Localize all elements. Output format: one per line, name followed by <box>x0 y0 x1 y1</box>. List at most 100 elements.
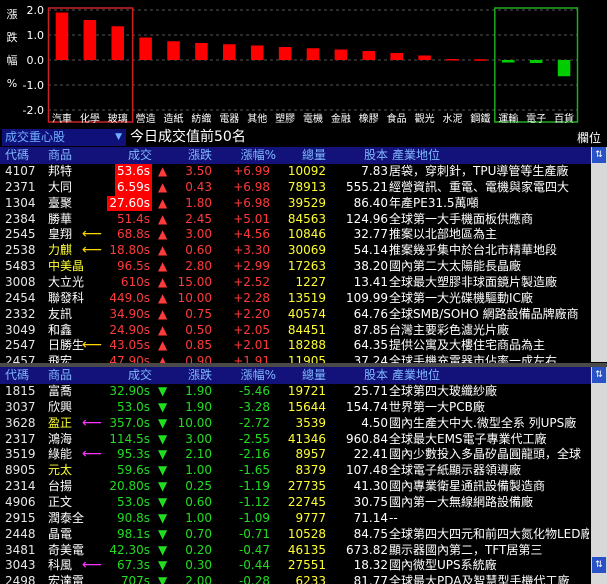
trade-price-value: 98.1s <box>117 526 150 541</box>
total-volume: 8957 <box>295 447 326 462</box>
price-change: 2.45 <box>185 211 212 226</box>
table-row[interactable]: 2332 友訊 34.90s ▲ 0.75 +2.20 40574 64.76 全球SMB/SO… <box>0 307 591 323</box>
table-row[interactable]: 1815 富喬 32.90s ▼ 1.90 -5.46 19721 25.71 全球第四大玻纖紗… <box>0 384 591 400</box>
table-row[interactable]: 1304 臺聚 27.60s ▲ 1.80 +6.98 39529 86.40 年產PE31.5… <box>0 195 591 212</box>
total-volume: 10846 <box>287 227 326 242</box>
share-capital: 124.96 <box>346 211 388 226</box>
bar-水泥 <box>446 59 459 61</box>
header-col-pct[interactable]: 漲幅% <box>218 147 276 164</box>
share-capital: 154.74 <box>346 399 388 414</box>
header-col-industry[interactable]: 產業地位 <box>392 367 492 384</box>
table-row[interactable]: 2454 聯發科 449.0s ▲ 10.00 +2.28 13519 109.99 全球第一大… <box>0 291 591 307</box>
trade-price-value: 96.5s <box>117 259 150 274</box>
table-row[interactable]: 3049 和鑫 24.90s ▲ 0.50 +2.05 84451 87.85 台灣主要彩色濾光… <box>0 323 591 339</box>
percent-change: +2.01 <box>233 338 270 353</box>
table-row[interactable]: 3037 欣興 53.0s ▼ 1.90 -3.28 15644 154.74 世界第一大PCB… <box>0 400 591 416</box>
table-row[interactable]: 2384 勝華 51.4s ▲ 2.45 +5.01 84563 124.96 全球第一大手機面… <box>0 212 591 228</box>
bottom-scrollbar[interactable]: ⇅ ⇅ <box>591 367 607 584</box>
price-change: 1.90 <box>185 384 212 398</box>
industry-position: 國內第一大無線網路設備廠 <box>389 494 534 509</box>
industry-position: 台灣主要彩色濾光片廠 <box>389 322 510 337</box>
header-col-change[interactable]: 漲跌 <box>160 367 212 384</box>
columns-button[interactable]: 欄位 <box>577 129 601 146</box>
dropdown-label: 成交重心股 <box>5 130 66 144</box>
price-change: 1.90 <box>185 399 212 414</box>
table-row[interactable]: 5483 中美晶 96.5s ▲ 2.80 +2.99 17263 38.20 國內第二大太陽能… <box>0 259 591 275</box>
header-col-change[interactable]: 漲跌 <box>160 147 212 164</box>
total-volume: 27551 <box>287 558 326 573</box>
trade-price-value: 24.90s <box>109 322 150 337</box>
table-row[interactable]: 3628 盈正 ⟵ 357.0s ▼ 10.00 -2.72 3539 4.50 國內生產大中大.… <box>0 415 591 432</box>
table-row[interactable]: 2915 潤泰全 90.8s ▼ 1.00 -1.09 9777 71.14 -- <box>0 511 591 527</box>
table-row[interactable]: 2448 晶電 98.1s ▼ 0.70 -0.71 10528 84.75 全球第四大四元和前… <box>0 527 591 543</box>
total-volume: 84563 <box>287 211 326 226</box>
percent-change: +6.98 <box>233 195 270 210</box>
x-tick-label: 水泥 <box>442 112 462 125</box>
table-row[interactable]: 2547 日勝生 ⟵ 43.05s ▲ 0.85 +2.01 18288 64.35 提供公寓及大… <box>0 338 591 354</box>
trade-price: 43.05s <box>100 338 152 354</box>
scroll-up-icon[interactable]: ⇅ <box>592 147 606 163</box>
stock-code: 2314 <box>5 479 36 494</box>
header-col-code[interactable]: 代碼 <box>5 147 45 164</box>
header-col-name[interactable]: 商品 <box>48 367 98 384</box>
percent-change: -2.16 <box>238 447 270 462</box>
table-row[interactable]: 2538 力麒 ⟵ 18.80s ▲ 0.60 +3.30 30069 54.14 推案幾乎集中於… <box>0 243 591 259</box>
total-volume: 84451 <box>287 322 326 337</box>
total-volume: 40574 <box>287 306 326 321</box>
trade-price-value: 20.80s <box>109 479 150 494</box>
table-row[interactable]: 2314 台揚 20.80s ▼ 0.25 -1.19 27735 41.30 國內專業衛星通訊… <box>0 479 591 495</box>
scroll-down-icon[interactable]: ⇅ <box>592 557 606 573</box>
total-volume: 78913 <box>287 179 326 194</box>
header-col-volume[interactable]: 總量 <box>274 367 326 384</box>
trade-price: 42.30s <box>100 543 152 559</box>
table-row[interactable]: 3519 綠能 ⟵ 95.3s ▼ 2.10 -2.16 8957 22.41 國內少數投入多晶矽… <box>0 447 591 463</box>
total-volume: 19721 <box>287 384 326 398</box>
table-row[interactable]: 3481 奇美電 42.30s ▼ 0.20 -0.47 46135 673.82 顯示器國內第… <box>0 543 591 559</box>
list-selector-dropdown[interactable]: 成交重心股 ▼ <box>2 129 126 146</box>
share-capital: 107.48 <box>346 463 388 478</box>
header-col-pct[interactable]: 漲幅% <box>218 367 276 384</box>
scroll-up-icon[interactable]: ⇅ <box>592 367 606 383</box>
y-tick-label: 1.0 <box>27 29 45 42</box>
percent-change: +2.20 <box>233 306 270 321</box>
trade-price-value: 67.3s <box>117 558 150 573</box>
x-tick-label: 電機 <box>303 112 323 125</box>
panel-header: 成交重心股 ▼ 今日成交值前50名 欄位 <box>0 127 607 147</box>
percent-change: +5.01 <box>233 211 270 226</box>
header-col-volume[interactable]: 總量 <box>274 147 326 164</box>
table-row[interactable]: 2371 大同 6.59s ▲ 0.43 +6.98 78913 555.21 經營資訊、重電、… <box>0 179 591 196</box>
price-change: 0.75 <box>185 306 212 321</box>
price-change: 0.85 <box>185 338 212 353</box>
trade-price: 449.0s <box>100 291 152 307</box>
table-row[interactable]: 3043 科風 ⟵ 67.3s ▼ 0.30 -0.44 27551 18.32 國內微型UPS系… <box>0 558 591 574</box>
header-col-name[interactable]: 商品 <box>48 147 98 164</box>
trade-price-value: 27.60s <box>107 195 152 212</box>
table-row[interactable]: 4107 邦特 53.6s ▲ 3.50 +6.99 10092 7.83 居袋，穿刺針，TPU… <box>0 164 591 180</box>
top-scrollbar[interactable]: ⇅ <box>591 147 607 362</box>
industry-position: 顯示器國內第二，TFT居第三 <box>389 542 543 557</box>
stock-name: 台揚 <box>48 479 73 494</box>
table-row[interactable]: 2545 皇翔 ⟵ 68.8s ▲ 3.00 +4.56 10846 32.77 推案以北部地區為… <box>0 227 591 243</box>
chart-xlabels: 汽車 化學 玻璃 營造 造紙 紡織 電器 其他 塑膠 電機 金融 橡膠 食品 觀光 水泥 鋼鐵 運輸 電子 百貨 <box>52 112 574 125</box>
header-col-capital[interactable]: 股本 <box>330 147 388 164</box>
table-row[interactable]: 2498 宏達電 707s ▼ 2.00 -0.28 6233 81.77 全球最大PDA及智慧… <box>0 574 591 584</box>
industry-position: 國內第二大太陽能長晶廠 <box>389 259 522 274</box>
table-row[interactable]: 4906 正文 53.0s ▼ 0.60 -1.12 22745 30.75 國內第一大無線網路… <box>0 495 591 511</box>
x-tick-label: 其他 <box>247 112 267 125</box>
table-row[interactable]: 3008 大立光 610s ▲ 15.00 +2.52 1227 13.41 全球最大塑膠非球面… <box>0 275 591 291</box>
table-row[interactable]: 2317 鴻海 114.5s ▼ 3.00 -2.55 41346 960.84 全球最大EMS… <box>0 432 591 448</box>
total-volume: 46135 <box>287 542 326 557</box>
header-col-price[interactable]: 成交 <box>100 367 152 384</box>
trade-price: 32.90s <box>100 384 152 400</box>
table-row[interactable]: 8905 元太 59.6s ▼ 1.00 -1.65 8379 107.48 全球電子紙顯示器領… <box>0 463 591 479</box>
header-col-code[interactable]: 代碼 <box>5 367 45 384</box>
header-col-capital[interactable]: 股本 <box>330 367 388 384</box>
header-col-price[interactable]: 成交 <box>100 147 152 164</box>
bar-玻璃 <box>111 26 125 60</box>
stock-code: 3043 <box>5 558 36 573</box>
x-tick-label: 食品 <box>387 112 407 125</box>
stock-name: 晶電 <box>48 526 73 541</box>
header-col-industry[interactable]: 產業地位 <box>392 147 492 164</box>
share-capital: 64.76 <box>353 306 388 321</box>
y-tick-label: 0.0 <box>27 54 45 67</box>
